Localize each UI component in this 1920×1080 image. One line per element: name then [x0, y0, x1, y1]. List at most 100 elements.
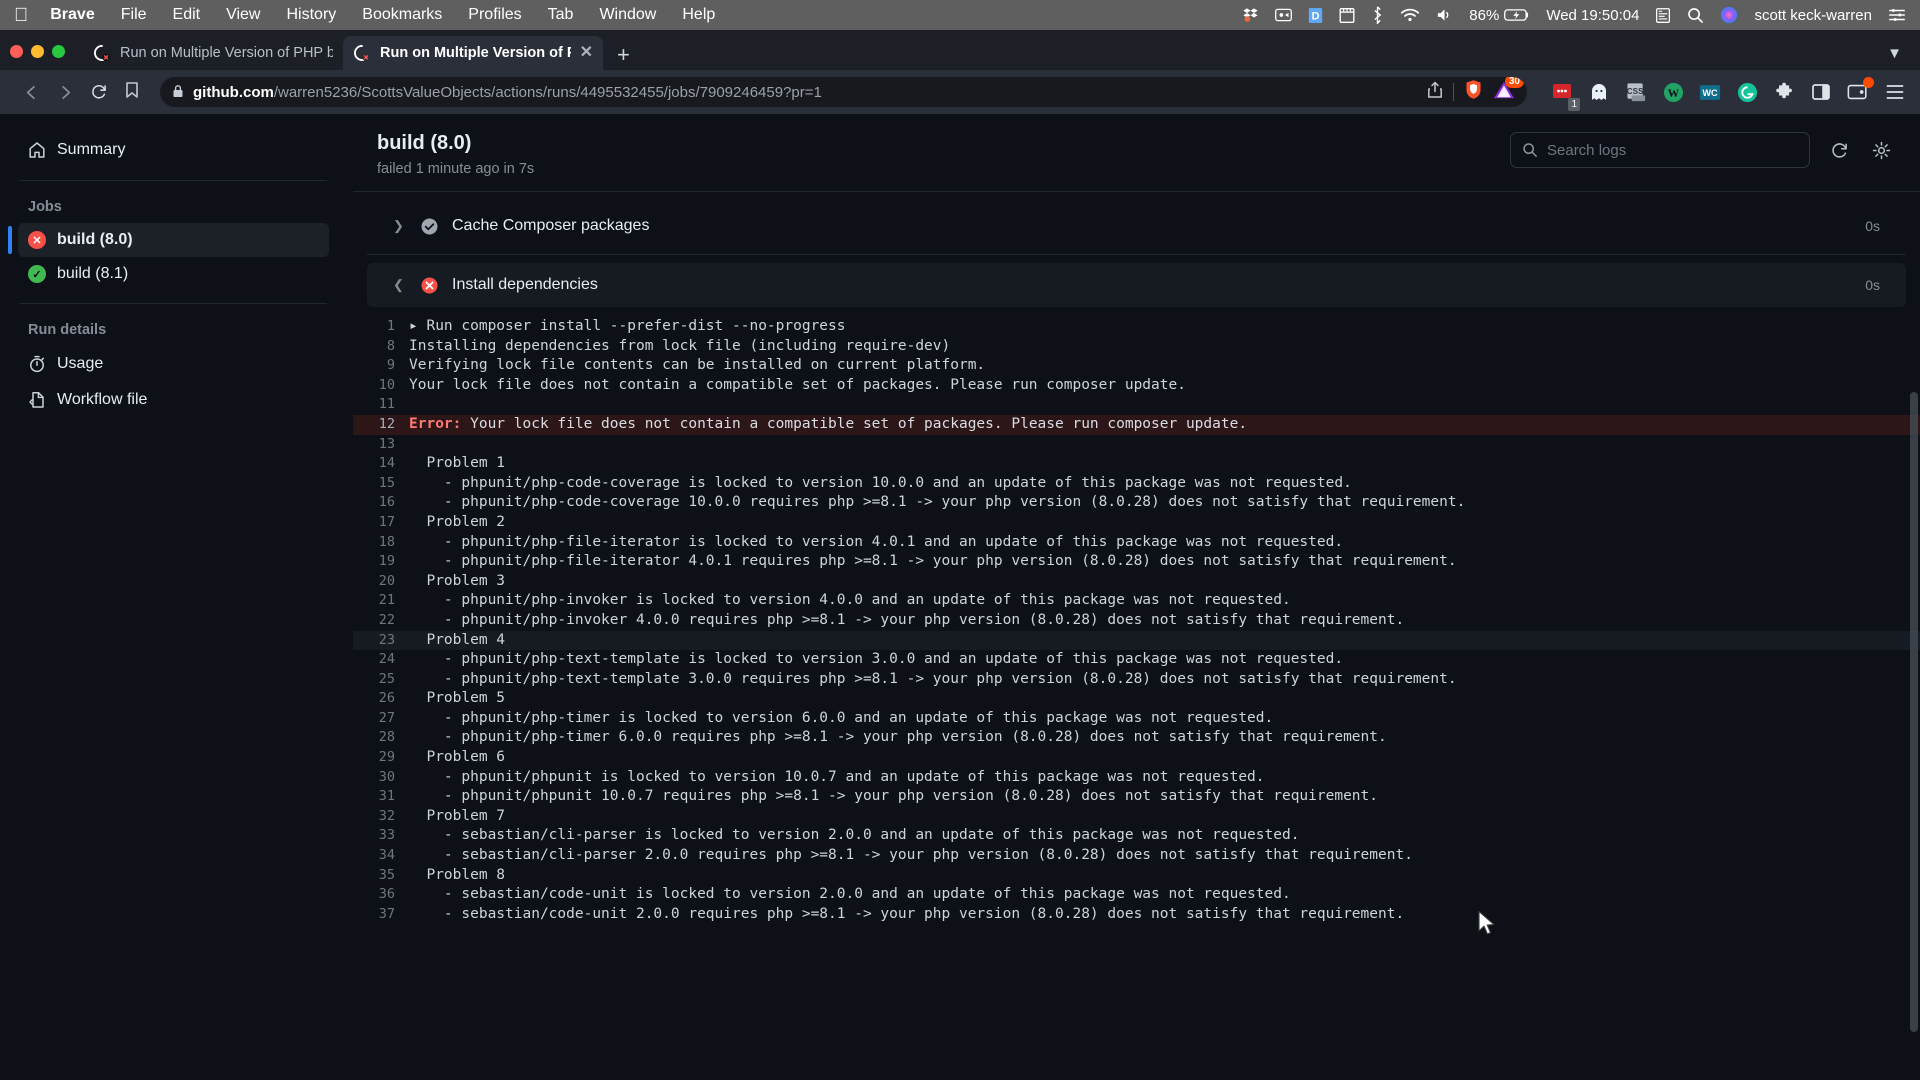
log-header: build (8.0) failed 1 minute ago in 7s Se… — [353, 114, 1920, 192]
log-line: 35 Problem 8 — [353, 866, 1920, 886]
log-line-text: Problem 2 — [409, 513, 505, 533]
chat-extension-icon[interactable]: 1 — [1551, 81, 1573, 103]
wifi-icon[interactable] — [1400, 7, 1420, 23]
log-line-text: Installing dependencies from lock file (… — [409, 337, 950, 357]
log-line: 28 - phpunit/php-timer 6.0.0 requires ph… — [353, 728, 1920, 748]
sidebar-divider — [20, 180, 327, 181]
reload-icon[interactable] — [82, 75, 116, 109]
browser-menu-icon[interactable] — [1884, 81, 1906, 103]
menu-file[interactable]: File — [121, 6, 147, 24]
menu-view[interactable]: View — [226, 6, 260, 24]
battery-icon[interactable] — [1504, 8, 1530, 22]
log-line: 10Your lock file does not contain a comp… — [353, 376, 1920, 396]
siri-icon[interactable] — [1720, 6, 1738, 24]
clock-datetime[interactable]: Wed 19:50:04 — [1546, 7, 1639, 24]
close-tab-button[interactable]: ✕ — [580, 45, 593, 61]
log-line: 26 Problem 5 — [353, 689, 1920, 709]
maximize-window-button[interactable] — [52, 45, 65, 58]
log-line-text: - sebastian/code-unit 2.0.0 requires php… — [409, 905, 1404, 925]
log-step-install-dependencies[interactable]: ❮ Install dependencies 0s — [367, 263, 1906, 307]
screen-record-icon[interactable] — [1275, 7, 1292, 23]
grammarly-extension-icon[interactable] — [1736, 81, 1758, 103]
log-line-number: 24 — [353, 650, 409, 670]
account-name-label[interactable]: scott keck-warren — [1754, 7, 1872, 24]
browser-tab-1[interactable]: Run on Multiple Version of PHP by w — [83, 36, 343, 70]
log-line: 9Verifying lock file contents can be ins… — [353, 356, 1920, 376]
log-scrollbar[interactable] — [1910, 392, 1918, 1032]
gear-icon[interactable] — [1868, 137, 1894, 163]
apple-logo-icon[interactable]:  — [14, 6, 28, 25]
menu-profiles[interactable]: Profiles — [468, 6, 521, 24]
new-tab-button[interactable]: + — [617, 44, 630, 66]
sidebar-toggle-icon[interactable] — [1810, 81, 1832, 103]
sidebar-item-usage[interactable]: Usage — [18, 346, 329, 382]
workflow-sidebar: Summary Jobs ✕ build (8.0) ✓ build (8.1)… — [0, 114, 353, 1080]
page-title: build (8.0) — [377, 132, 534, 155]
log-line-number: 37 — [353, 905, 409, 925]
spotlight-search-icon[interactable] — [1687, 7, 1704, 24]
log-line-text: Problem 7 — [409, 807, 505, 827]
job-label: build (8.1) — [57, 265, 128, 283]
log-line: 18 - phpunit/php-file-iterator is locked… — [353, 533, 1920, 553]
log-line-number: 28 — [353, 728, 409, 748]
search-logs-input[interactable]: Search logs — [1510, 132, 1810, 168]
log-line-number: 22 — [353, 611, 409, 631]
brave-shield-icon[interactable] — [1464, 79, 1483, 105]
menu-window[interactable]: Window — [599, 6, 656, 24]
step-duration: 0s — [1865, 218, 1880, 234]
browser-tab-2-active[interactable]: Run on Multiple Version of PHP ✕ — [343, 36, 603, 70]
woocommerce-extension-icon[interactable]: WC — [1699, 81, 1721, 103]
forward-arrow-icon[interactable] — [48, 75, 82, 109]
log-line-text: - sebastian/cli-parser is locked to vers… — [409, 826, 1299, 846]
log-line: 23 Problem 4 — [353, 631, 1920, 651]
chevron-down-icon[interactable]: ▼ — [1887, 45, 1902, 62]
log-line-text: - phpunit/php-code-coverage is locked to… — [409, 474, 1352, 494]
tracker-blocked-icon[interactable]: 30 — [1493, 80, 1515, 105]
log-line-number: 1 — [353, 317, 409, 337]
address-bar[interactable]: github.com/warren5236/ScottsValueObjects… — [160, 77, 1527, 107]
log-scroll-region[interactable]: ❯ Cache Composer packages 0s ❮ Install d… — [353, 192, 1920, 1080]
log-line: 25 - phpunit/php-text-template 3.0.0 req… — [353, 670, 1920, 690]
sidebar-item-build-80[interactable]: ✕ build (8.0) — [18, 223, 329, 257]
puzzle-extensions-icon[interactable] — [1773, 81, 1795, 103]
bluetooth-icon[interactable] — [1371, 6, 1384, 24]
log-line-number: 35 — [353, 866, 409, 886]
job-log-panel: build (8.0) failed 1 minute ago in 7s Se… — [353, 114, 1920, 1080]
dashlane-icon[interactable]: D — [1308, 7, 1323, 24]
dropbox-icon[interactable] — [1242, 7, 1259, 24]
menu-edit[interactable]: Edit — [173, 6, 201, 24]
tab-title: Run on Multiple Version of PHP — [380, 45, 571, 61]
sidebar-item-summary[interactable]: Summary — [18, 132, 329, 168]
control-center-icon[interactable] — [1888, 7, 1906, 23]
log-line-text: - phpunit/php-text-template is locked to… — [409, 650, 1343, 670]
share-icon[interactable] — [1427, 81, 1443, 104]
volume-icon[interactable] — [1436, 7, 1453, 23]
back-arrow-icon[interactable] — [14, 75, 48, 109]
ghost-extension-icon[interactable] — [1588, 81, 1610, 103]
sidebar-heading-jobs: Jobs — [18, 193, 329, 223]
wallet-icon[interactable] — [1847, 81, 1869, 103]
notes-icon[interactable] — [1339, 7, 1355, 24]
minimize-window-button[interactable] — [31, 45, 44, 58]
menu-brave[interactable]: Brave — [50, 6, 94, 24]
svg-text:CSS: CSS — [1626, 86, 1643, 95]
menu-history[interactable]: History — [286, 6, 336, 24]
css-extension-icon[interactable]: CSS — [1625, 81, 1647, 103]
wordpress-extension-icon[interactable]: W — [1662, 81, 1684, 103]
log-line-number: 32 — [353, 807, 409, 827]
log-line-text: Problem 1 — [409, 454, 505, 474]
log-line: 29 Problem 6 — [353, 748, 1920, 768]
refresh-icon[interactable] — [1826, 137, 1852, 163]
input-source-icon[interactable] — [1655, 7, 1671, 24]
menu-bookmarks[interactable]: Bookmarks — [362, 6, 442, 24]
sidebar-item-build-81[interactable]: ✓ build (8.1) — [18, 257, 329, 291]
menu-help[interactable]: Help — [682, 6, 715, 24]
log-line-number: 9 — [353, 356, 409, 376]
menu-tab[interactable]: Tab — [548, 6, 574, 24]
tracker-count-badge: 30 — [1505, 77, 1524, 88]
browser-toolbar: github.com/warren5236/ScottsValueObjects… — [0, 70, 1920, 114]
close-window-button[interactable] — [10, 45, 23, 58]
log-step-cache-composer-packages[interactable]: ❯ Cache Composer packages 0s — [367, 204, 1906, 248]
bookmark-icon[interactable] — [124, 81, 140, 104]
sidebar-item-workflow-file[interactable]: Workflow file — [18, 382, 329, 418]
